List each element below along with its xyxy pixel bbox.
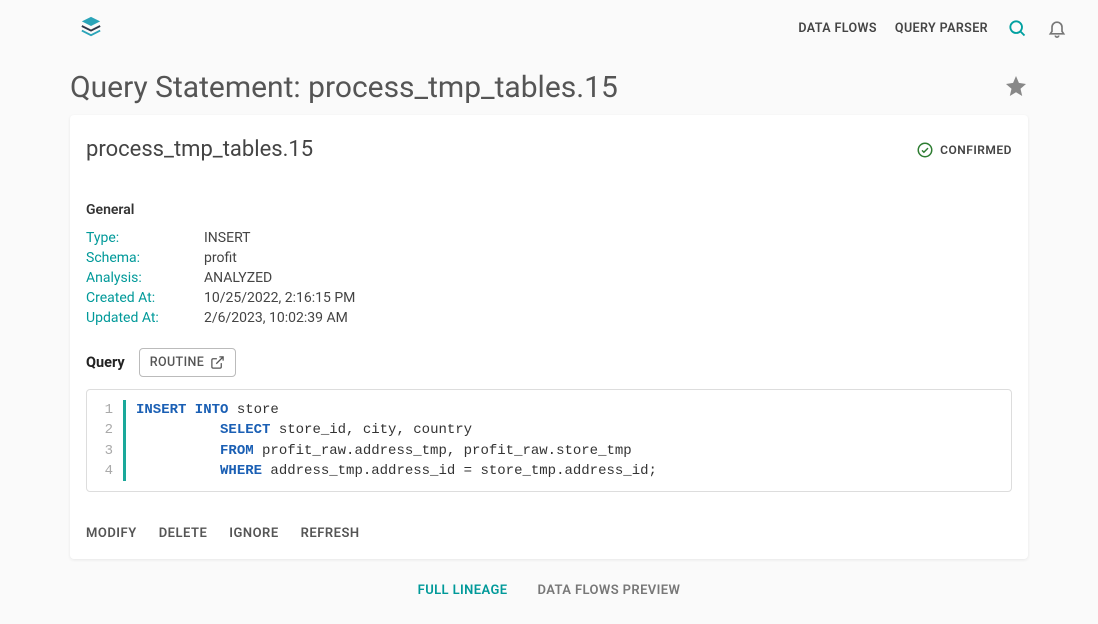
open-external-icon (210, 355, 225, 370)
star-icon (1004, 74, 1028, 98)
app-logo[interactable] (80, 15, 102, 41)
meta-schema-val: profit (204, 250, 1012, 266)
code-line-1: 1 INSERT INTO store (87, 400, 1011, 420)
favorite-button[interactable] (1004, 74, 1028, 102)
notifications-button[interactable] (1046, 17, 1068, 39)
query-header: Query ROUTINE (86, 348, 1012, 377)
tab-data-flows-preview[interactable]: DATA FLOWS PREVIEW (537, 579, 680, 602)
check-circle-icon (916, 141, 934, 159)
routine-button[interactable]: ROUTINE (139, 348, 237, 377)
lineage-tabs: FULL LINEAGE DATA FLOWS PREVIEW (0, 559, 1098, 602)
logo-icon (80, 15, 102, 37)
page-title: Query Statement: process_tmp_tables.15 (70, 70, 1004, 105)
search-button[interactable] (1006, 17, 1028, 39)
routine-button-label: ROUTINE (150, 355, 205, 370)
search-icon (1007, 18, 1027, 38)
detail-card: process_tmp_tables.15 CONFIRMED General … (70, 115, 1028, 559)
meta-grid: Type: INSERT Schema: profit Analysis: AN… (86, 230, 1012, 326)
section-general-label: General (86, 202, 1012, 218)
delete-button[interactable]: DELETE (159, 526, 208, 541)
meta-updated-val: 2/6/2023, 10:02:39 AM (204, 310, 1012, 326)
status-badge: CONFIRMED (916, 141, 1012, 159)
status-text: CONFIRMED (940, 143, 1012, 157)
meta-type-key: Type: (86, 230, 204, 246)
ignore-button[interactable]: IGNORE (229, 526, 278, 541)
top-bar: DATA FLOWS QUERY PARSER (0, 0, 1098, 56)
meta-analysis-val: ANALYZED (204, 270, 1012, 286)
sql-code-block[interactable]: 1 INSERT INTO store 2 SELECT store_id, c… (86, 389, 1012, 492)
card-title: process_tmp_tables.15 (86, 137, 916, 162)
nav-query-parser[interactable]: QUERY PARSER (895, 21, 988, 36)
meta-created-key: Created At: (86, 290, 204, 306)
modify-button[interactable]: MODIFY (86, 526, 137, 541)
bell-icon (1047, 18, 1067, 38)
query-label: Query (86, 354, 125, 371)
page-header: Query Statement: process_tmp_tables.15 (0, 56, 1098, 115)
nav-links: DATA FLOWS QUERY PARSER (798, 17, 1068, 39)
refresh-button[interactable]: REFRESH (301, 526, 360, 541)
code-line-3: 3 FROM profit_raw.address_tmp, profit_ra… (87, 441, 1011, 461)
tab-full-lineage[interactable]: FULL LINEAGE (418, 579, 508, 602)
meta-analysis-key: Analysis: (86, 270, 204, 286)
meta-type-val: INSERT (204, 230, 1012, 246)
card-header: process_tmp_tables.15 CONFIRMED (86, 137, 1012, 162)
code-line-2: 2 SELECT store_id, city, country (87, 420, 1011, 440)
meta-updated-key: Updated At: (86, 310, 204, 326)
code-line-4: 4 WHERE address_tmp.address_id = store_t… (87, 461, 1011, 481)
action-bar: MODIFY DELETE IGNORE REFRESH (86, 526, 1012, 541)
nav-data-flows[interactable]: DATA FLOWS (798, 21, 877, 36)
meta-created-val: 10/25/2022, 2:16:15 PM (204, 290, 1012, 306)
meta-schema-key: Schema: (86, 250, 204, 266)
